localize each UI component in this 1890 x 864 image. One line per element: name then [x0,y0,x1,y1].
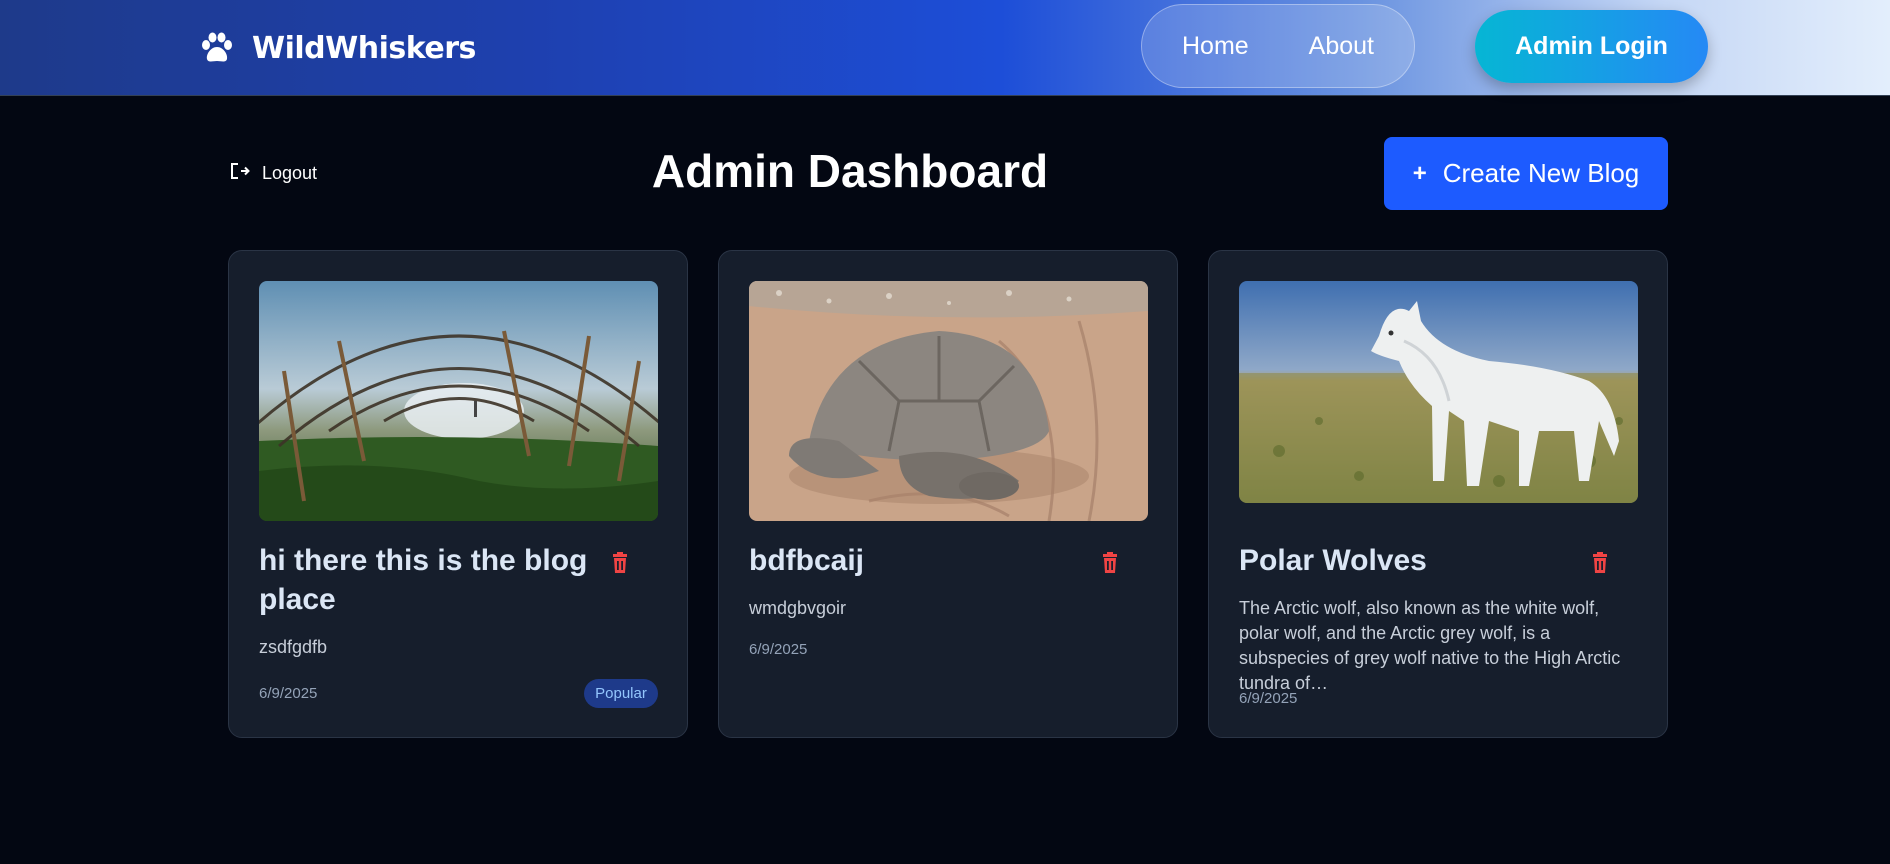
blog-date: 6/9/2025 [1239,690,1298,707]
blog-card[interactable]: bdfbcaij wmdgbvgoir 6/9/2025 [718,250,1178,738]
delete-icon[interactable] [608,551,632,575]
create-new-blog-label: Create New Blog [1442,158,1640,188]
main-nav: Home About [1141,4,1415,88]
create-new-blog-button[interactable]: + Create New Blog [1384,137,1668,210]
brand-link[interactable]: WildWhiskers [200,28,476,68]
top-navbar: WildWhiskers Home About Admin Login [0,0,1890,96]
blog-date: 6/9/2025 [749,641,808,658]
blog-title[interactable]: hi there this is the blog place [259,541,609,619]
arctic-wolf-photo [1239,281,1638,503]
blog-title[interactable]: bdfbcaij [749,541,1099,580]
logout-label: Logout [262,162,318,183]
plus-icon: + [1412,159,1427,187]
page-title: Admin Dashboard [651,145,1049,197]
blog-excerpt: wmdgbvgoir [749,598,847,618]
blog-title[interactable]: Polar Wolves [1239,541,1589,580]
blog-excerpt: zsdfgdfb [259,637,328,657]
tortoise-photo [749,281,1148,521]
delete-icon[interactable] [1588,551,1612,575]
popular-badge: Popular [584,679,658,708]
nav-link-home[interactable]: Home [1182,32,1249,61]
blog-card[interactable]: hi there this is the blog place zsdfgdfb… [228,250,688,738]
logout-icon [230,162,250,185]
delete-icon[interactable] [1098,551,1122,575]
greenhouse-photo [259,281,658,521]
paw-icon [200,32,234,64]
admin-login-button[interactable]: Admin Login [1475,10,1708,83]
nav-link-about[interactable]: About [1309,32,1374,61]
brand-name: WildWhiskers [252,30,476,66]
blog-card[interactable]: Polar Wolves The Arctic wolf, also known… [1208,250,1668,738]
blog-excerpt: The Arctic wolf, also known as the white… [1239,598,1621,693]
logout-button[interactable]: Logout [230,160,317,186]
blog-date: 6/9/2025 [259,685,318,702]
